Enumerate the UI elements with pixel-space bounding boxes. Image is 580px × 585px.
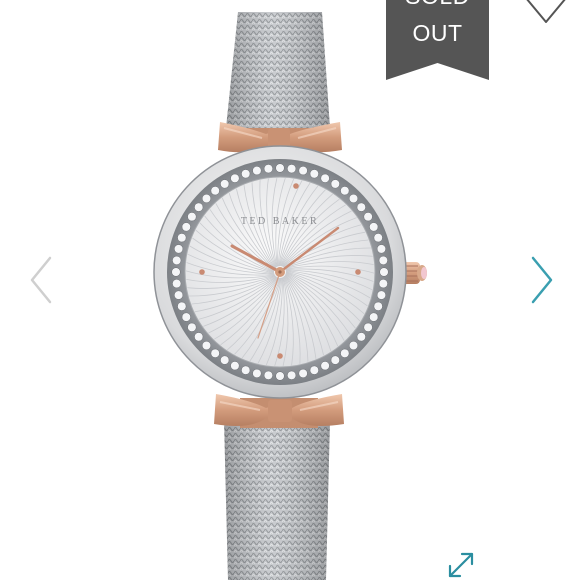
favorite-button[interactable]	[522, 0, 570, 30]
previous-image-button[interactable]	[26, 254, 56, 306]
sold-out-badge-line2: OUT	[412, 20, 463, 46]
fullscreen-button[interactable]	[444, 548, 478, 580]
sold-out-badge-line1: SOLD	[386, 0, 489, 9]
chevron-right-icon	[531, 256, 553, 304]
product-image-gallery: TED BAKER SOLD OUT	[0, 0, 580, 580]
watch-product-image: TED BAKER	[153, 12, 427, 580]
dial-brand-text: TED BAKER	[241, 216, 319, 227]
sold-out-badge: SOLD OUT	[386, 0, 489, 80]
chevron-left-icon	[30, 256, 52, 304]
expand-arrows-icon	[448, 552, 474, 578]
next-image-button[interactable]	[527, 254, 557, 306]
heart-outline-icon	[526, 0, 566, 23]
